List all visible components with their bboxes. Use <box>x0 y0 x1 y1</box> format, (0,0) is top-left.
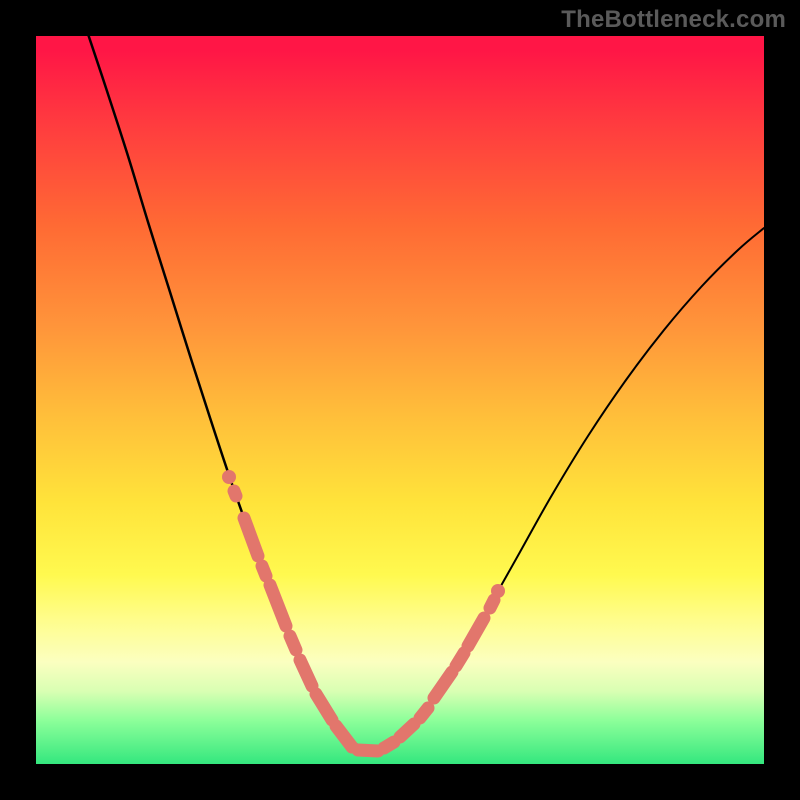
marker-dashes <box>234 491 494 751</box>
marker-dash <box>358 750 378 751</box>
marker-dash <box>468 618 484 646</box>
marker-dot <box>222 470 236 484</box>
chart-svg <box>36 36 764 764</box>
marker-dash <box>420 708 428 718</box>
marker-dash <box>270 585 286 626</box>
marker-dash <box>490 600 494 608</box>
marker-dash <box>456 653 464 666</box>
plot-area <box>36 36 764 764</box>
chart-frame: TheBottleneck.com <box>0 0 800 800</box>
marker-dash <box>434 672 452 698</box>
marker-dash <box>316 694 332 720</box>
marker-dash <box>384 742 394 748</box>
marker-dash <box>400 724 414 737</box>
marker-dot <box>491 584 505 598</box>
marker-dash <box>234 491 236 496</box>
right-curve <box>368 228 764 751</box>
marker-dash <box>336 726 352 747</box>
watermark-text: TheBottleneck.com <box>561 6 786 34</box>
marker-dash <box>300 660 312 686</box>
marker-dash <box>244 518 258 556</box>
marker-dash <box>290 636 296 650</box>
marker-dash <box>262 566 266 576</box>
left-curve <box>86 36 368 751</box>
